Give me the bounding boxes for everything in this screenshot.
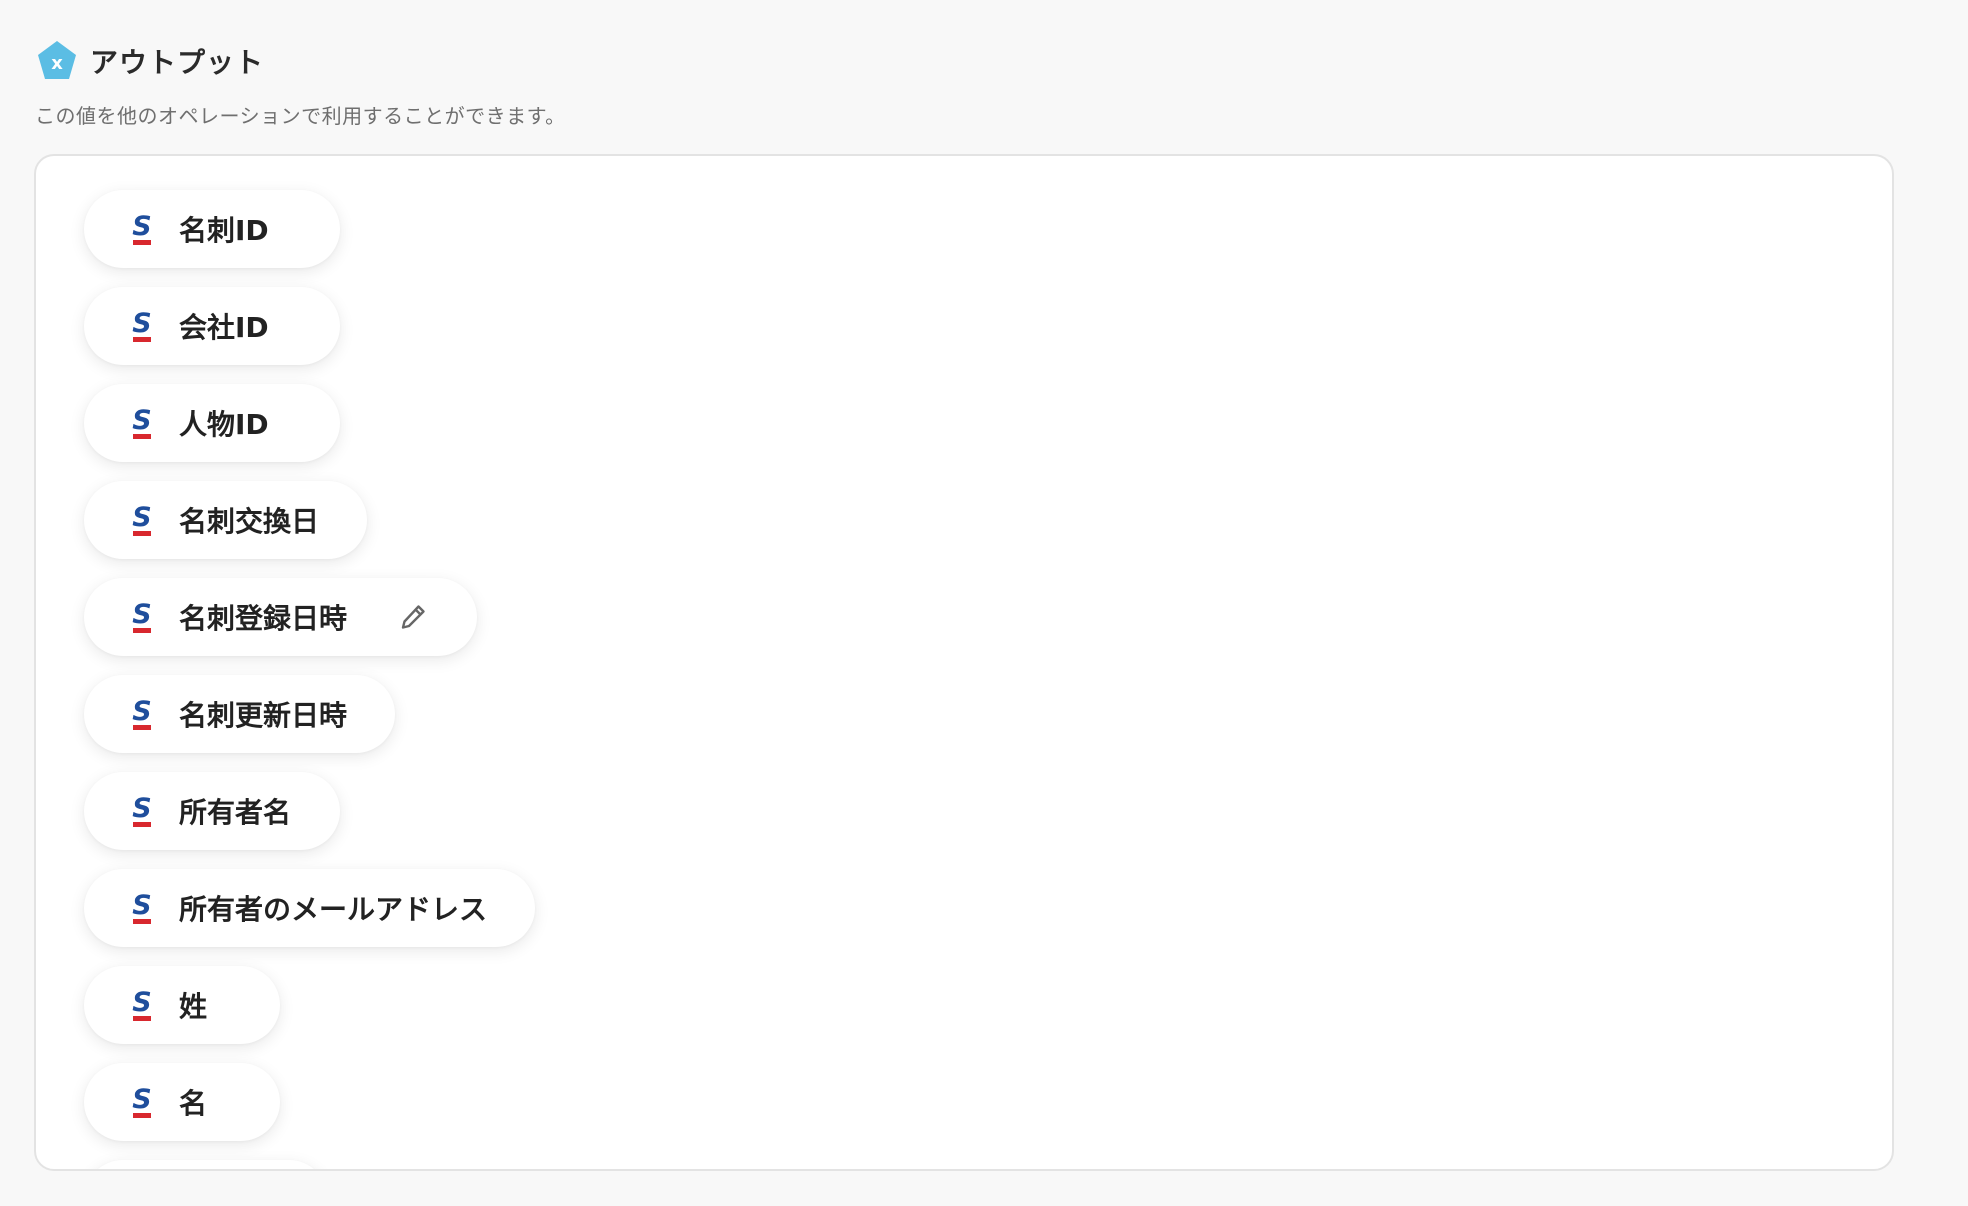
output-item-company-id[interactable]: S 会社ID: [84, 287, 340, 365]
output-item-business-card-id[interactable]: S 名刺ID: [84, 190, 340, 268]
output-item-owner-email[interactable]: S 所有者のメールアドレス: [84, 869, 536, 947]
sansan-s-icon: S: [132, 987, 152, 1021]
svg-text:S: S: [132, 793, 151, 824]
output-header: x アウトプット: [36, 40, 264, 82]
output-item-label: 会社ID: [179, 311, 269, 344]
output-item-label: 姓: [179, 990, 208, 1023]
sansan-s-icon: S: [132, 696, 152, 730]
svg-text:S: S: [132, 696, 151, 727]
sansan-s-icon: S: [132, 890, 152, 924]
section-title: アウトプット: [90, 46, 265, 79]
section-description: この値を他のオペレーションで利用することができます。: [35, 104, 566, 128]
sansan-s-icon: S: [132, 793, 152, 827]
output-item-last-name[interactable]: S 姓: [84, 966, 280, 1044]
pencil-edit-icon[interactable]: [397, 601, 429, 633]
output-item-label: 名刺ID: [179, 214, 269, 247]
output-item-card-updated-at[interactable]: S 名刺更新日時: [84, 675, 396, 753]
sansan-s-icon: S: [132, 211, 152, 245]
svg-text:S: S: [132, 987, 151, 1018]
svg-text:S: S: [132, 1084, 151, 1115]
output-item-label: 名刺更新日時: [179, 699, 348, 732]
output-item-label: 名: [179, 1087, 208, 1120]
output-item-label: 所有者名: [179, 796, 292, 829]
svg-text:S: S: [132, 211, 151, 242]
svg-text:x: x: [51, 53, 63, 74]
sansan-s-icon: S: [132, 599, 152, 633]
output-item-partial[interactable]: [84, 1160, 328, 1169]
svg-text:S: S: [132, 308, 151, 339]
output-variable-icon: x: [38, 41, 76, 79]
output-item-owner-name[interactable]: S 所有者名: [84, 772, 340, 850]
output-item-card-registered-at[interactable]: S 名刺登録日時: [84, 578, 478, 656]
sansan-s-icon: S: [132, 502, 152, 536]
output-item-first-name[interactable]: S 名: [84, 1063, 280, 1141]
svg-text:S: S: [132, 599, 151, 630]
svg-text:S: S: [132, 890, 151, 921]
output-item-person-id[interactable]: S 人物ID: [84, 384, 340, 462]
output-item-card-exchange-date[interactable]: S 名刺交換日: [84, 481, 368, 559]
svg-text:S: S: [132, 405, 151, 436]
sansan-s-icon: S: [132, 405, 152, 439]
svg-text:S: S: [132, 502, 151, 533]
output-item-label: 名刺登録日時: [179, 602, 348, 635]
output-item-label: 所有者のメールアドレス: [179, 893, 488, 926]
sansan-s-icon: S: [132, 308, 152, 342]
output-list: S 名刺ID S 会社ID S 人物ID S 名刺交換日 S 名刺登録日時 S …: [84, 190, 1892, 1169]
output-item-label: 人物ID: [179, 408, 269, 441]
output-item-label: 名刺交換日: [179, 505, 320, 538]
sansan-s-icon: S: [132, 1084, 152, 1118]
output-list-panel[interactable]: S 名刺ID S 会社ID S 人物ID S 名刺交換日 S 名刺登録日時 S …: [34, 154, 1894, 1171]
